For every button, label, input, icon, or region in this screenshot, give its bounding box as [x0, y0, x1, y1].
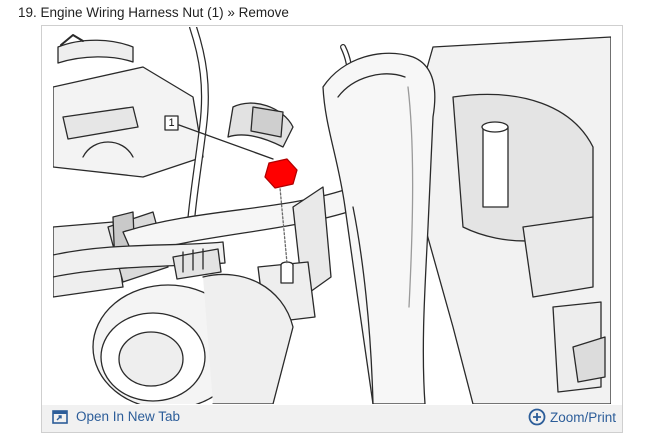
- open-in-new-tab-icon: [52, 409, 68, 424]
- engine-illustration: [53, 27, 611, 404]
- callout-number: 1: [168, 117, 175, 129]
- zoom-plus-icon: [528, 408, 546, 426]
- step-title: 19. Engine Wiring Harness Nut (1) » Remo…: [18, 5, 289, 20]
- open-in-new-tab-link[interactable]: Open In New Tab: [52, 409, 180, 424]
- zoom-print-label: Zoom/Print: [549, 409, 616, 425]
- open-in-new-tab-label: Open In New Tab: [76, 409, 181, 424]
- zoom-print-link[interactable]: Zoom/Print: [528, 408, 616, 426]
- figure-toolbar: Open In New Tab Zoom/Print: [42, 405, 622, 432]
